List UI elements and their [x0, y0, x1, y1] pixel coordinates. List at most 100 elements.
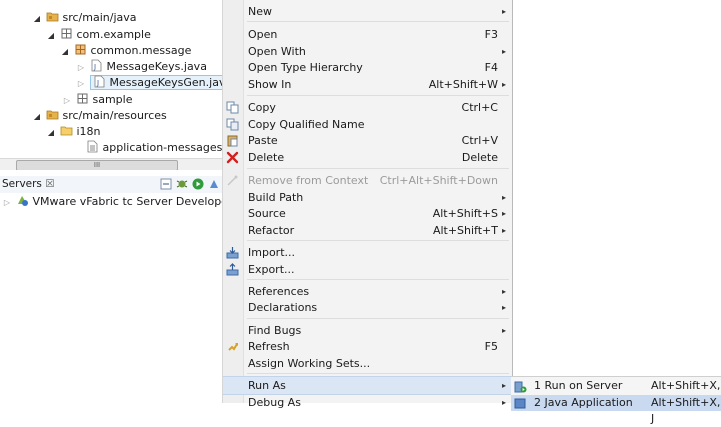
java-file-icon: J	[91, 59, 101, 72]
java-application-icon	[514, 398, 526, 409]
menu-item-run-as[interactable]: Run As ▸	[223, 376, 512, 395]
folder-icon	[60, 126, 72, 136]
submenu-arrow-icon: ▸	[501, 47, 506, 56]
expanded-twistie-icon[interactable]: ◢	[32, 11, 42, 27]
scrollbar-thumb[interactable]: III	[16, 160, 178, 170]
menu-item-references[interactable]: References ▸	[223, 283, 512, 300]
shortcut: Alt+Shift+T	[432, 224, 498, 237]
collapsed-twistie-icon[interactable]: ▷	[76, 60, 86, 76]
menu-item-new[interactable]: New ▸	[223, 3, 512, 20]
menu-item-open-type-hierarchy[interactable]: Open Type Hierarchy F4	[223, 59, 512, 76]
profile-server-icon[interactable]	[208, 178, 220, 190]
tree-row-common-message[interactable]: ◢ common.message	[60, 43, 191, 59]
package-icon	[61, 28, 71, 39]
package-icon	[75, 44, 85, 55]
tab-servers[interactable]: Servers ☒	[2, 178, 55, 190]
refresh-icon	[228, 343, 238, 351]
selected-item[interactable]: J MessageKeysGen.java	[89, 75, 223, 90]
collapsed-twistie-icon[interactable]: ▷	[2, 195, 12, 211]
svg-text:J: J	[93, 63, 96, 71]
collapse-all-icon[interactable]	[160, 178, 172, 190]
menu-item-remove-from-context[interactable]: Remove from Context Ctrl+Alt+Shift+Down	[223, 172, 512, 189]
shortcut: Delete	[461, 151, 498, 164]
menu-item-paste[interactable]: Paste Ctrl+V	[223, 132, 512, 149]
collapsed-twistie-icon[interactable]: ▷	[62, 93, 72, 109]
horizontal-scrollbar[interactable]: III	[0, 158, 222, 170]
tree-row-sample[interactable]: ▷ sample	[62, 92, 133, 108]
menu-separator	[247, 279, 509, 280]
menu-item-refresh[interactable]: Refresh F5	[223, 338, 512, 355]
menu-item-source[interactable]: Source Alt+Shift+S ▸	[223, 205, 512, 222]
menu-separator	[247, 95, 509, 96]
menu-item-copy-qualified-name[interactable]: Copy Qualified Name	[223, 116, 512, 133]
menu-item-refactor[interactable]: Refactor Alt+Shift+T ▸	[223, 222, 512, 239]
servers-view-header: Servers ☒	[0, 176, 222, 194]
tree-row-src-main-resources[interactable]: ◢ src/main/resources	[32, 108, 167, 124]
tree-row-application-messages[interactable]: application-messages.propert	[72, 140, 222, 156]
tree-row-com-example[interactable]: ◢ com.example	[46, 27, 151, 43]
tree-row-messagekeysgen-java[interactable]: ▷ J MessageKeysGen.java	[76, 75, 222, 91]
submenu-arrow-icon: ▸	[501, 287, 506, 296]
expanded-twistie-icon[interactable]: ◢	[32, 109, 42, 125]
tree-row-i18n[interactable]: ◢ i18n	[46, 124, 101, 140]
tab-label: Servers	[2, 178, 42, 190]
start-server-icon[interactable]	[192, 178, 204, 190]
shortcut: Alt+Shift+S	[432, 207, 498, 220]
expanded-twistie-icon[interactable]: ◢	[46, 125, 56, 141]
submenu-item-java-application[interactable]: 2 Java Application Alt+Shift+X, J	[511, 395, 721, 425]
java-file-icon: J	[94, 75, 104, 88]
menu-item-assign-working-sets[interactable]: Assign Working Sets...	[223, 355, 512, 372]
menu-item-export[interactable]: Export...	[223, 261, 512, 278]
menu-separator	[247, 21, 509, 22]
menu-separator	[247, 168, 509, 169]
submenu-arrow-icon: ▸	[501, 381, 506, 390]
svg-text:J: J	[96, 79, 99, 87]
tree-label: com.example	[76, 28, 151, 41]
package-icon	[77, 93, 87, 104]
tree-label: i18n	[76, 125, 101, 138]
menu-item-find-bugs[interactable]: Find Bugs ▸	[223, 322, 512, 339]
tree-row-src-main-java[interactable]: ◢ src/main/java	[32, 10, 137, 26]
tree-label: sample	[92, 93, 133, 106]
tree-row-messagekeys-java[interactable]: ▷ J MessageKeys.java	[76, 59, 207, 75]
menu-item-declarations[interactable]: Declarations ▸	[223, 299, 512, 316]
tree-label: src/main/java	[62, 11, 137, 24]
tree-label: MessageKeys.java	[106, 60, 207, 73]
close-icon[interactable]: ☒	[45, 178, 54, 190]
menu-item-delete[interactable]: Delete Delete	[223, 149, 512, 166]
menu-separator	[247, 240, 509, 241]
menu-item-open[interactable]: Open F3	[223, 26, 512, 43]
tree-label: MessageKeysGen.java	[109, 76, 223, 89]
expanded-twistie-icon[interactable]: ◢	[60, 44, 70, 60]
collapsed-twistie-icon[interactable]: ▷	[76, 76, 86, 92]
import-icon	[226, 247, 239, 259]
submenu-arrow-icon: ▸	[501, 303, 506, 312]
remove-from-context-icon	[227, 175, 238, 186]
submenu-item-run-on-server[interactable]: 1 Run on ServerAlt+Shift+X, R	[511, 378, 721, 408]
submenu-arrow-icon: ▸	[501, 209, 506, 218]
submenu-arrow-icon: ▸	[501, 226, 506, 235]
shortcut: Ctrl+Alt+Shift+Down	[379, 174, 498, 187]
menu-item-import[interactable]: Import...	[223, 244, 512, 261]
shortcut: Ctrl+V	[461, 134, 498, 147]
project-explorer-tree: ◢ src/main/java ◢ com.example ◢ common.m…	[0, 0, 222, 170]
shortcut: F3	[484, 28, 498, 41]
expanded-twistie-icon[interactable]: ◢	[46, 28, 56, 44]
menu-item-copy[interactable]: Copy Ctrl+C	[223, 99, 512, 116]
paste-icon	[227, 135, 238, 147]
debug-server-icon[interactable]	[176, 178, 188, 190]
tree-label: src/main/resources	[62, 109, 167, 122]
run-on-server-icon	[514, 381, 527, 393]
submenu-arrow-icon: ▸	[501, 326, 506, 335]
menu-item-build-path[interactable]: Build Path ▸	[223, 189, 512, 206]
submenu-arrow-icon: ▸	[501, 80, 506, 89]
source-folder-icon	[46, 110, 58, 120]
source-folder-icon	[46, 12, 58, 22]
submenu-arrow-icon: ▸	[501, 193, 506, 202]
copy-qualified-name-icon	[226, 118, 239, 131]
copy-icon	[226, 101, 239, 114]
menu-item-show-in[interactable]: Show In Alt+Shift+W ▸	[223, 76, 512, 93]
menu-item-open-with[interactable]: Open With ▸	[223, 43, 512, 60]
servers-view: ▷ VMware vFabric tc Server Developer Edi…	[0, 193, 267, 403]
run-as-submenu: 1 Run on ServerAlt+Shift+X, R 2 Java App…	[511, 376, 721, 425]
